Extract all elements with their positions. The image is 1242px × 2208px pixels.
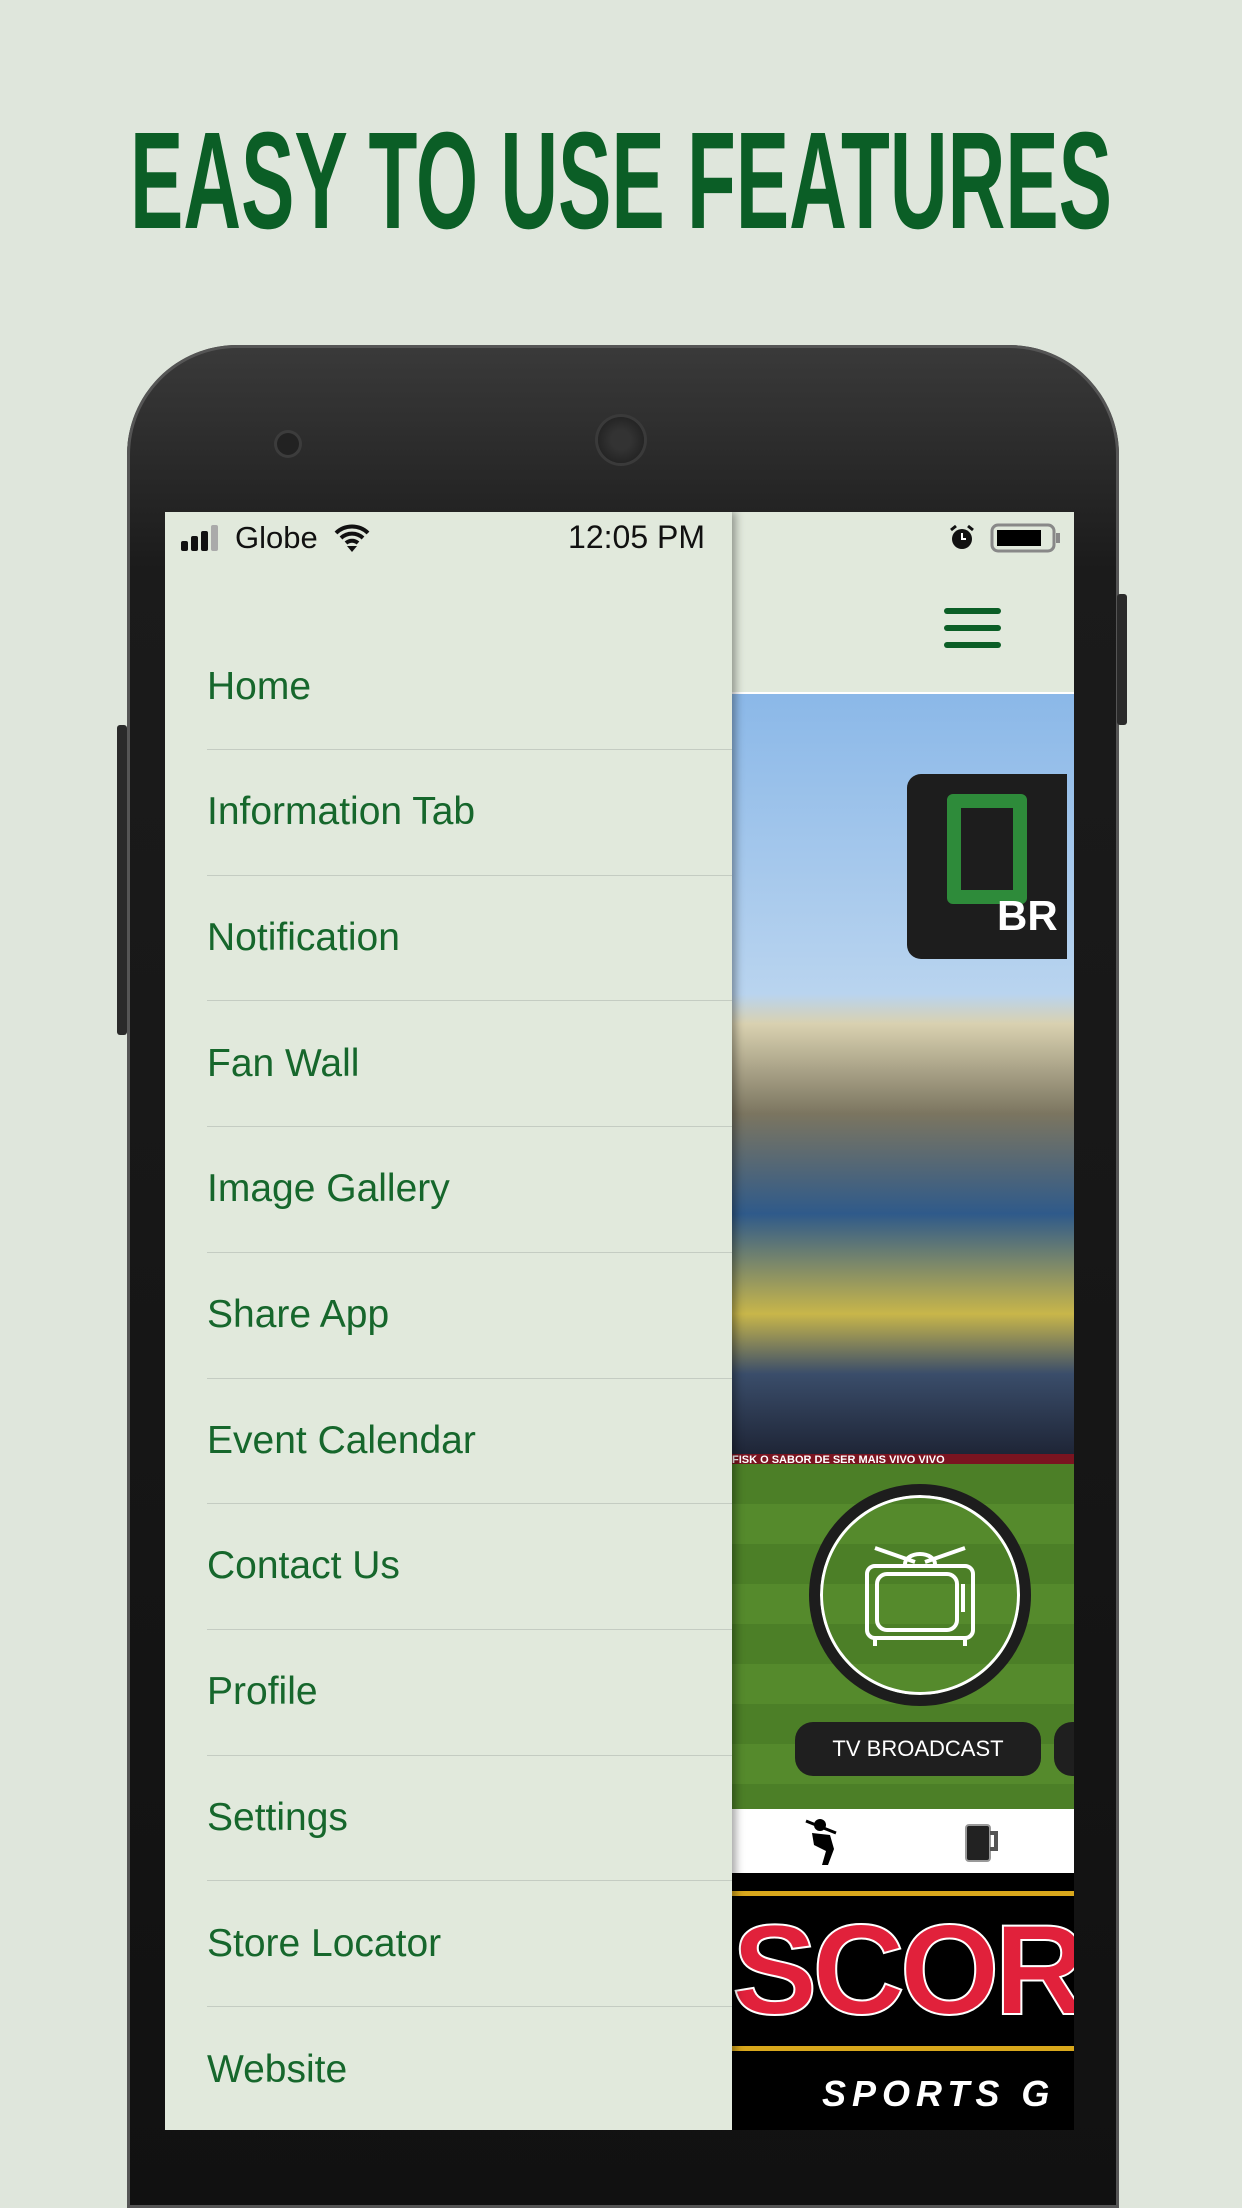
next-tile-button[interactable] [1054,1722,1074,1776]
tv-broadcast-button[interactable]: TV BROADCAST [795,1722,1041,1776]
menu-item-settings[interactable]: Settings [207,1755,732,1882]
banner-title: SCORE [732,1891,1074,2051]
menu-item-label: Notification [207,915,400,959]
camera [277,433,299,455]
headline-container: EASY TO USE FEATURES [130,122,1112,234]
menu-item-label: Information Tab [207,790,476,834]
screen: BR FISK O SABOR DE SER MAIS VIVO VIVO TV… [165,512,1074,2130]
carrier-name: Globe [235,519,318,555]
tv-icon [865,1546,975,1646]
wifi-icon [334,524,370,552]
banner-subtitle: SPORTS G [822,2073,1056,2114]
beer-mug-icon [965,1824,998,1862]
menu-item-label: Home [207,664,312,708]
battery-icon [990,523,1060,552]
menu-item-label: Website [207,2047,348,2091]
menu-item-store-locator[interactable]: Store Locator [207,1881,732,2007]
menu-item-image-gallery[interactable]: Image Gallery [207,1127,732,1253]
signal-icon [181,524,218,551]
power-button [1117,594,1127,725]
menu-item-share-app[interactable]: Share App [207,1253,732,1379]
menu-item-event-calendar[interactable]: Event Calendar [207,1378,732,1505]
menu-item-profile[interactable]: Profile [207,1630,732,1756]
menu-item-website[interactable]: Website [207,2007,732,2130]
navigation-drawer: Globe 12:05 PM Home Information Tab Notifi… [165,512,732,2130]
feature-area: TV BROADCAST [732,1464,1074,1809]
tv-broadcast-tile[interactable] [809,1484,1031,1706]
clock: 12:05 PM [568,519,705,555]
speaker [598,417,644,463]
status-right [948,512,1062,563]
menu-item-information-tab[interactable]: Information Tab [207,750,732,876]
menu-item-label: Fan Wall [207,1041,360,1085]
menu-item-label: Settings [207,1795,348,1839]
menu-item-label: Event Calendar [207,1418,476,1462]
volume-button [117,725,127,1035]
status-left: Globe 12:05 PM [181,512,721,563]
menu-item-label: Image Gallery [207,1167,450,1211]
menu-item-notification[interactable]: Notification [207,875,732,1002]
hamburger-menu-icon[interactable] [944,608,1001,648]
alarm-icon [950,524,974,549]
menu-item-label: Share App [207,1293,390,1336]
menu-item-home[interactable]: Home [207,624,732,750]
brand-logo: BR [907,774,1067,959]
menu-item-fan-wall[interactable]: Fan Wall [207,1001,732,1128]
batter-icon [805,1819,837,1865]
menu-item-label: Profile [207,1670,318,1714]
menu-item-label: Store Locator [207,1921,442,1965]
headline: EASY TO USE FEATURES [130,122,1112,234]
menu-item-contact-us[interactable]: Contact Us [207,1504,732,1630]
scores-banner[interactable]: SCORE SPORTS G [732,1873,1074,2130]
banner-strip [732,1809,1074,1873]
app-main: BR FISK O SABOR DE SER MAIS VIVO VIVO TV… [732,512,1074,2130]
menu-item-label: Contact Us [207,1544,400,1588]
headline-svg: EASY TO USE FEATURES [130,122,1112,234]
hero-image: BR [732,694,1074,1464]
